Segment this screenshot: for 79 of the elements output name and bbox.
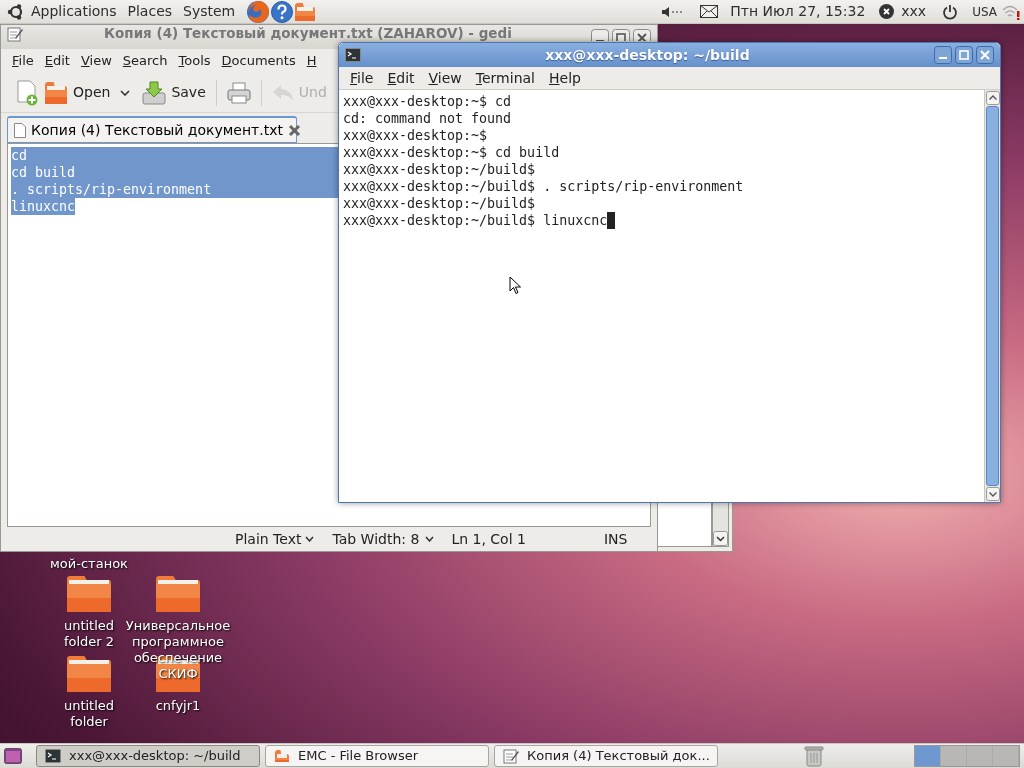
terminal-line: xxx@xxx-desktop:~$ cd build [343,144,560,161]
panel-menu[interactable]: Applications [31,1,117,22]
menu-item[interactable]: Edit [387,67,415,89]
toolbar-button[interactable]: Open [43,80,112,105]
ubuntu-logo-icon[interactable] [7,2,25,21]
menu-item[interactable]: H [306,51,317,71]
maximize-button[interactable] [955,46,973,64]
terminal-icon [45,749,61,763]
keyboard-layout[interactable]: USA [972,2,997,21]
text-editor-icon [503,748,519,764]
menu-item[interactable]: Tools [178,51,211,71]
terminal-icon [345,48,361,62]
mail-icon[interactable] [700,5,719,18]
panel-menu[interactable]: Places [127,1,173,22]
panel-menu[interactable]: System [183,1,236,22]
text-cursor [607,212,616,229]
caret-icon [425,536,435,542]
maximize-button[interactable] [612,29,630,41]
folder-icon [44,80,68,105]
close-icon[interactable] [288,123,301,137]
desktop-icon-label[interactable]: мой-станок [50,556,128,572]
status-icon[interactable] [879,4,895,19]
window-title: Копия (4) Текстовый документ.txt (ZAHAROV) - gedi [104,26,512,41]
terminal-line: xxx@xxx-desktop:~/build$ [343,161,536,178]
close-button[interactable] [976,46,994,64]
scrollbar-thumb[interactable] [986,106,999,486]
toolbar-button[interactable]: Save [141,80,207,105]
text-editor-icon [7,26,23,42]
user-name[interactable]: xxx [901,1,927,22]
caret-icon [305,536,315,542]
new-document-icon [15,79,39,106]
cursor-position: Ln 1, Col 1 [451,529,526,549]
menu-item[interactable]: File [350,67,374,89]
caret-icon[interactable] [120,89,131,96]
language-selector[interactable]: Plain Text [235,528,315,550]
help-icon[interactable] [271,0,294,23]
scrollbar[interactable] [712,501,729,547]
document-icon [14,122,26,138]
folder-icon [294,1,317,22]
menu-item[interactable]: Terminal [475,67,535,89]
terminal-line: xxx@xxx-desktop:~/build$ [343,195,536,212]
window-title: xxx@xxx-desktop: ~/build [544,45,751,65]
taskbar-button[interactable]: xxx@xxx-desktop: ~/build [36,745,260,767]
desktop-icon-label[interactable]: untitled folder [59,698,119,730]
folder-icon [66,575,112,613]
taskbar-button[interactable]: EMC - File Browser [265,745,489,767]
desktop-icon-label[interactable]: cnfyjr1 [155,698,201,714]
wifi-icon[interactable] [1001,3,1021,20]
power-icon[interactable] [942,3,959,20]
document-tab[interactable]: Копия (4) Текстовый документ.txt [7,116,297,143]
scrollbar[interactable] [984,90,1000,502]
insert-mode: INS [603,529,628,549]
folder-icon [274,749,290,763]
mouse-pointer-icon [509,276,522,295]
menu-item[interactable]: Documents [221,51,296,71]
folder-icon [66,655,112,693]
terminal-line: cd: command not found [343,110,512,127]
save-icon [142,80,167,105]
firefox-icon[interactable] [246,0,271,24]
terminal-line: xxx@xxx-desktop:~$ cd [343,93,512,110]
menu-item[interactable]: View [428,67,462,89]
terminal-line: xxx@xxx-desktop:~/build$ linuxcnc [343,212,608,229]
toolbar-button[interactable] [225,80,252,105]
clock[interactable]: Птн Июл 27, 15:32 [730,1,866,22]
terminal-line: xxx@xxx-desktop:~$ [343,127,488,144]
printer-icon [226,80,251,105]
minimize-button[interactable] [934,46,952,64]
tab-width-selector[interactable]: Tab Width: 8 [332,528,435,550]
volume-icon[interactable] [661,5,684,18]
menu-item[interactable]: File [12,51,34,71]
folder-icon [155,575,201,613]
menu-item[interactable]: Edit [44,51,70,71]
toolbar-button[interactable] [14,79,40,106]
menu-item[interactable]: Search [122,51,168,71]
minimize-button[interactable] [591,29,609,41]
taskbar-button[interactable]: Копия (4) Текстовый док... [494,745,718,767]
menu-item[interactable]: Help [549,67,581,89]
close-button[interactable] [633,29,651,41]
menu-item[interactable]: View [80,51,112,71]
